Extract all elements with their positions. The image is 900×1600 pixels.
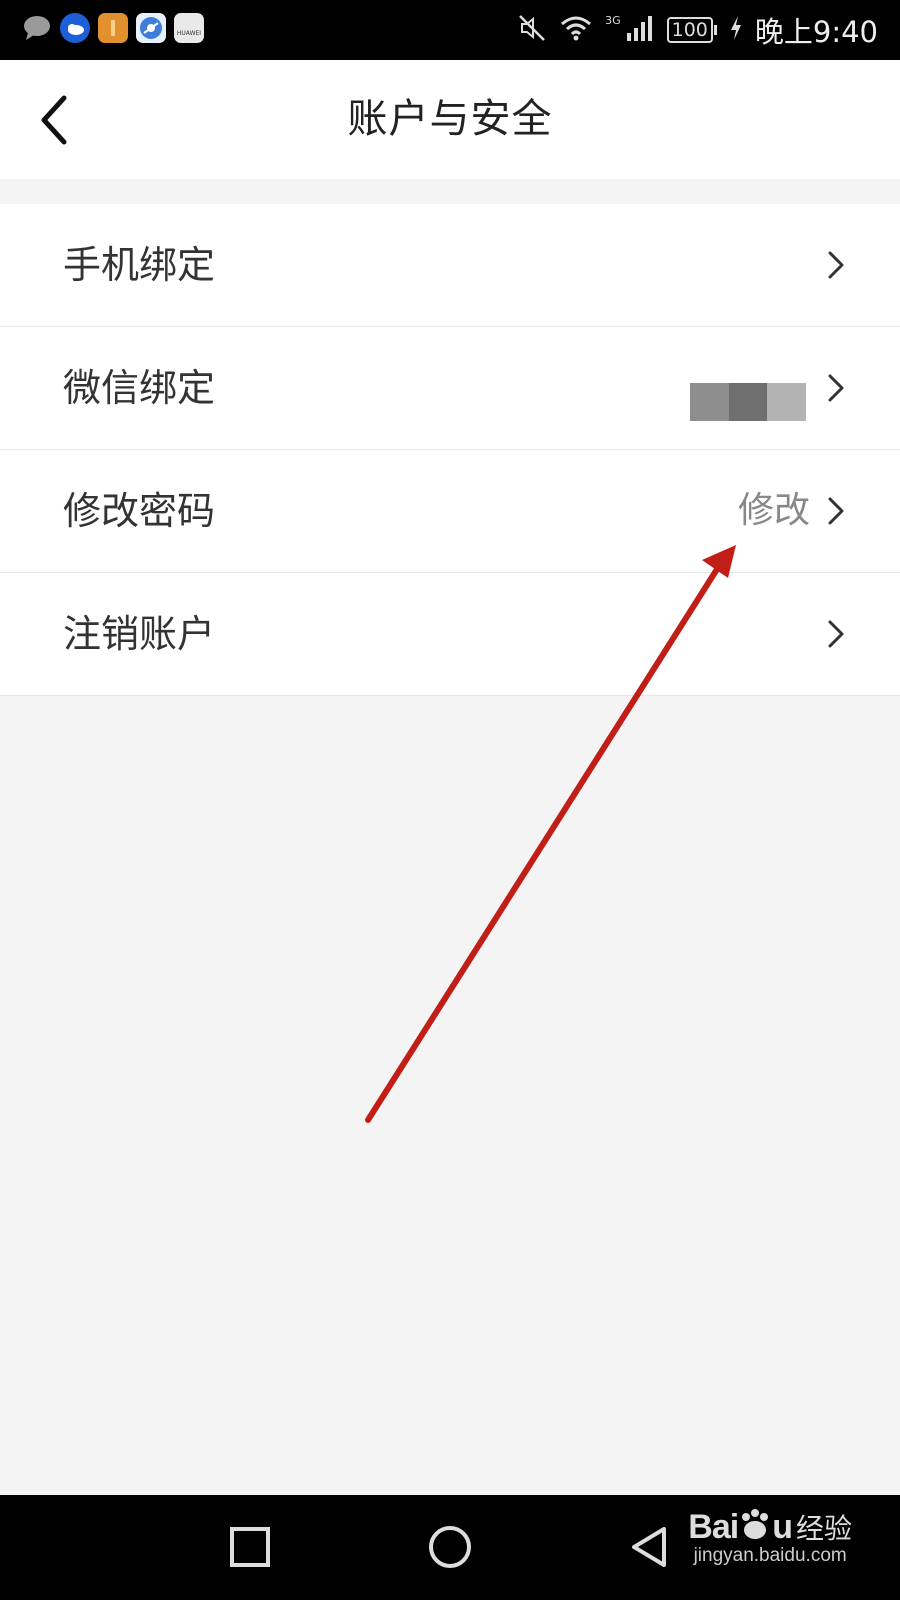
mute-icon (517, 13, 547, 47)
back-button[interactable] (34, 90, 88, 150)
item-label: 手机绑定 (63, 243, 216, 287)
wifi-icon (559, 13, 593, 47)
item-value: 修改 (737, 490, 810, 531)
battery-level: 100 (666, 17, 713, 43)
item-label: 微信绑定 (63, 366, 216, 410)
recent-apps-icon[interactable] (220, 1517, 280, 1577)
item-label: 注销账户 (63, 612, 216, 656)
signal-icon (625, 13, 655, 47)
baidu-jingyan-watermark: Bai u 经验 jingyan.baidu.com (688, 1507, 852, 1567)
chevron-right-icon (828, 620, 844, 648)
home-icon[interactable] (420, 1517, 480, 1577)
chevron-right-icon (828, 497, 844, 525)
battery-indicator: 100 (666, 17, 717, 43)
chevron-right-icon (828, 374, 844, 402)
item-label: 修改密码 (63, 489, 216, 533)
paw-icon (738, 1509, 772, 1542)
blurred-account-value (690, 383, 807, 421)
charging-icon (729, 15, 743, 45)
jingyan-text: 经验 (795, 1512, 852, 1545)
browser-icon (136, 13, 166, 43)
notification-icons: HUAWEI (22, 13, 204, 43)
gift-icon (98, 13, 128, 43)
chevron-left-icon (41, 95, 67, 145)
list-item-phone-binding[interactable]: 手机绑定 (0, 204, 900, 327)
nav-bar: 账户与安全 (0, 60, 900, 179)
message-icon (22, 13, 52, 43)
system-nav-bar: Bai u 经验 jingyan.baidu.com (0, 1495, 900, 1600)
page-title: 账户与安全 (347, 96, 553, 142)
baidu-logo-end: u (772, 1508, 793, 1546)
back-triangle-icon[interactable] (620, 1517, 680, 1577)
chevron-right-icon (828, 251, 844, 279)
list-item-change-password[interactable]: 修改密码 修改 (0, 450, 900, 573)
list-item-wechat-binding[interactable]: 微信绑定 (0, 327, 900, 450)
status-bar: HUAWEI 3G 100 晚上9:40 (0, 0, 900, 60)
battery-tip (713, 25, 717, 35)
baidu-logo-text: Bai (688, 1508, 739, 1546)
clock: 晚上9:40 (754, 15, 878, 49)
status-indicators: 3G 100 晚上9:40 (517, 8, 878, 52)
watermark-url: jingyan.baidu.com (693, 1545, 847, 1566)
network-type-label: 3G (605, 13, 621, 27)
huawei-store-icon: HUAWEI (174, 13, 204, 43)
list-item-cancel-account[interactable]: 注销账户 (0, 573, 900, 696)
weather-icon (60, 13, 90, 43)
account-security-list: 手机绑定 微信绑定 修改密码 修改 注销账户 (0, 204, 900, 696)
